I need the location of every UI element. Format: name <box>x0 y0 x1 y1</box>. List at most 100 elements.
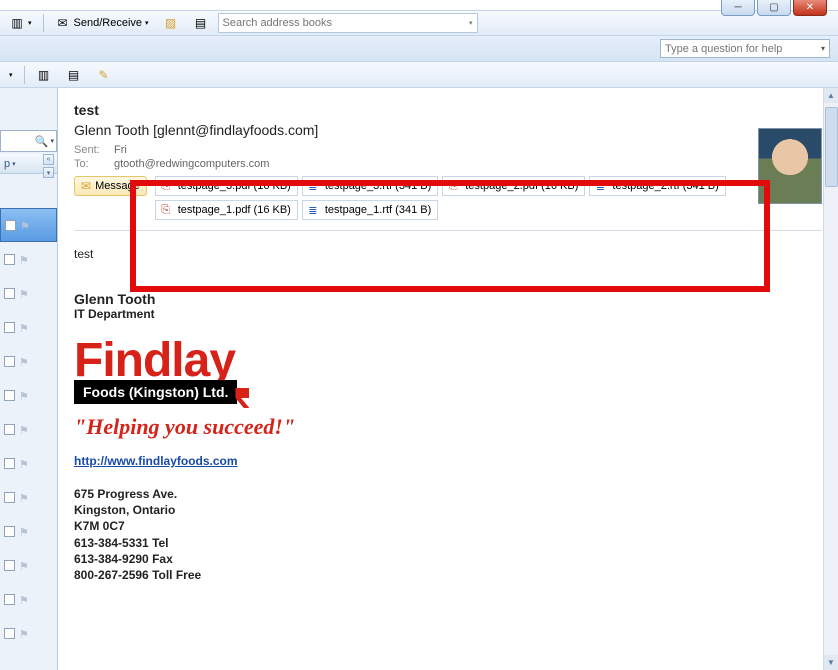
pane-expand-button[interactable]: « <box>43 154 54 165</box>
logo-sub-text: Foods (Kingston) Ltd. <box>74 380 237 404</box>
flag-icon[interactable]: ⚑ <box>19 628 30 639</box>
list-item[interactable]: ⚑ <box>0 412 57 446</box>
toolbar2-button-3[interactable]: ▤ <box>61 64 87 86</box>
list-view-icon: ▥ <box>36 67 52 83</box>
checkbox[interactable] <box>4 492 15 503</box>
attachment-name: testpage_3.rtf (341 B) <box>325 180 431 192</box>
attachment-item[interactable]: ⎘ testpage_3.pdf (16 KB) <box>155 176 298 196</box>
checkbox[interactable] <box>4 356 15 367</box>
chevron-down-icon: ▾ <box>50 137 54 145</box>
list-item[interactable]: ⚑ <box>0 480 57 514</box>
envelope-icon: ✉ <box>81 179 91 193</box>
list-item[interactable]: ⚑ <box>0 242 57 276</box>
flag-icon[interactable]: ⚑ <box>19 526 30 537</box>
toolbar2-button-2[interactable]: ▥ <box>31 64 57 86</box>
list-item[interactable]: ⚑ <box>0 208 57 242</box>
attachment-item[interactable]: ≣ testpage_3.rtf (341 B) <box>302 176 438 196</box>
signature-dept: IT Department <box>74 307 822 321</box>
pane-collapse-button[interactable]: ▾ <box>43 167 54 178</box>
window-minimize-button[interactable]: ─ <box>721 0 755 16</box>
list-item[interactable]: ⚑ <box>0 514 57 548</box>
address-book-button[interactable]: ▤ <box>188 12 214 34</box>
rtf-icon: ≣ <box>305 202 321 218</box>
attachment-item[interactable]: ⎘testpage_2.pdf (16 KB) <box>442 176 585 196</box>
list-item[interactable]: ⚑ <box>0 276 57 310</box>
secondary-toolbar: ▾ ▥ ▤ ✎ <box>0 62 838 88</box>
toolbar2-button-4[interactable]: ✎ <box>91 64 117 86</box>
scroll-up-button[interactable]: ▲ <box>824 88 838 103</box>
attachment-name: testpage_2.pdf (16 KB) <box>465 180 578 192</box>
flag-icon[interactable]: ⚑ <box>19 390 30 401</box>
website-link[interactable]: http://www.findlayfoods.com <box>74 454 238 468</box>
pdf-icon: ⎘ <box>158 178 174 194</box>
attachment-item[interactable]: ⎘testpage_1.pdf (16 KB) <box>155 200 298 220</box>
flag-icon[interactable]: ⚑ <box>19 254 30 265</box>
message-body: test Glenn Tooth IT Department Findlay F… <box>74 231 822 583</box>
flag-icon[interactable]: ⚑ <box>19 560 30 571</box>
flag-icon[interactable]: ⚑ <box>19 288 30 299</box>
scroll-thumb[interactable] <box>825 107 838 187</box>
checkbox[interactable] <box>4 322 15 333</box>
flag-icon[interactable]: ⚑ <box>19 424 30 435</box>
toolbar-button-generic-2[interactable]: ▨ <box>158 12 184 34</box>
flag-icon[interactable]: ⚑ <box>20 220 31 231</box>
message-tab-label: Message <box>95 180 140 192</box>
list-item[interactable]: ⚑ <box>0 310 57 344</box>
window-maximize-button[interactable]: ▢ <box>757 0 791 16</box>
addr-tel: 613-384-5331 Tel <box>74 535 822 551</box>
send-receive-button[interactable]: ✉ Send/Receive ▾ <box>50 12 154 34</box>
folder-icon: ▨ <box>163 15 179 31</box>
flag-icon[interactable]: ⚑ <box>19 322 30 333</box>
flag-icon[interactable]: ⚑ <box>19 458 30 469</box>
company-logo: Findlay Foods (Kingston) Ltd. <box>74 333 822 404</box>
addr-line: 675 Progress Ave. <box>74 486 822 502</box>
checkbox[interactable] <box>4 424 15 435</box>
address-search-box[interactable]: ▾ <box>218 13 478 33</box>
flag-icon[interactable]: ⚑ <box>19 492 30 503</box>
checkbox[interactable] <box>4 254 15 265</box>
vertical-scrollbar[interactable]: ▲ ▼ <box>823 88 838 670</box>
checkbox[interactable] <box>4 458 15 469</box>
checkbox[interactable] <box>4 526 15 537</box>
list-item[interactable]: ⚑ <box>0 446 57 480</box>
toolbar-button-generic-1[interactable]: ▥▾ <box>4 12 37 34</box>
addr-tollfree: 800-267-2596 Toll Free <box>74 567 822 583</box>
reading-pane: test Glenn Tooth [glennt@findlayfoods.co… <box>58 88 838 670</box>
to-label: To: <box>74 158 106 170</box>
list-item[interactable]: ⚑ <box>0 548 57 582</box>
rtf-icon: ≣ <box>305 178 321 194</box>
attachment-item[interactable]: ≣testpage_2.rtf (341 B) <box>589 176 725 196</box>
list-search-box[interactable]: 🔍 ▾ <box>0 130 57 152</box>
checkbox[interactable] <box>4 390 15 401</box>
list-item[interactable]: ⚑ <box>0 378 57 412</box>
toolbar-divider <box>24 66 25 84</box>
list-item[interactable]: ⚑ <box>0 344 57 378</box>
message-sent-row: Sent: Fri <box>74 144 822 156</box>
sent-value: Fri <box>114 144 127 156</box>
checkbox[interactable] <box>4 594 15 605</box>
addr-line: Kingston, Ontario <box>74 502 822 518</box>
content-area: 🔍 ▾ p ▾ « ▾ ⚑ ⚑ ⚑ ⚑ ⚑ ⚑ ⚑ ⚑ ⚑ ⚑ ⚑ ⚑ <box>0 88 838 670</box>
attachment-name: testpage_3.pdf (16 KB) <box>178 180 291 192</box>
flag-icon[interactable]: ⚑ <box>19 594 30 605</box>
window-close-button[interactable]: ✕ <box>793 0 827 16</box>
attachments-row: ✉ Message ⎘testpage_3.pdf (16 KB)≣testpa… <box>74 176 822 231</box>
address-search-input[interactable] <box>223 17 465 29</box>
toolbar2-button-1[interactable]: ▾ <box>4 68 18 82</box>
logo-r-shape <box>235 388 249 408</box>
list-item[interactable]: ⚑ <box>0 616 57 650</box>
checkbox[interactable] <box>4 288 15 299</box>
attachment-item[interactable]: ≣testpage_1.rtf (341 B) <box>302 200 438 220</box>
main-toolbar: ▥▾ ✉ Send/Receive ▾ ▨ ▤ ▾ <box>0 10 838 36</box>
checkbox[interactable] <box>5 220 16 231</box>
scroll-down-button[interactable]: ▼ <box>824 655 838 670</box>
checkbox[interactable] <box>4 560 15 571</box>
help-search-box[interactable]: Type a question for help ▾ <box>660 39 830 58</box>
group-label: p <box>4 158 10 170</box>
flag-icon[interactable]: ⚑ <box>19 356 30 367</box>
message-tab-button[interactable]: ✉ Message <box>74 176 147 196</box>
titlebar: ─ ▢ ✕ <box>0 0 838 10</box>
list-item[interactable]: ⚑ <box>0 582 57 616</box>
checkbox[interactable] <box>4 628 15 639</box>
toolbar-divider <box>43 14 44 32</box>
